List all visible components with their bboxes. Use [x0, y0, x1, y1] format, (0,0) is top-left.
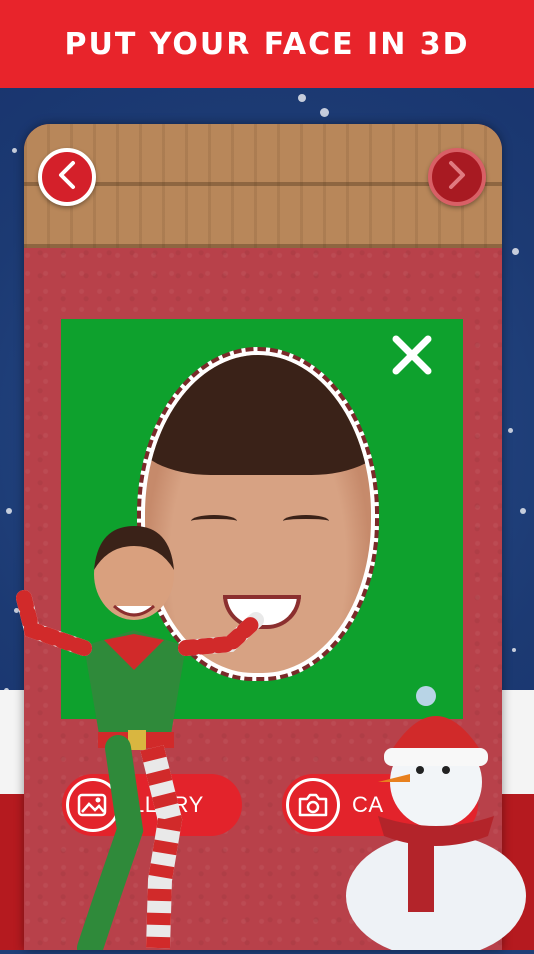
- prev-button[interactable]: [38, 148, 96, 206]
- chevron-right-icon: [445, 160, 469, 194]
- snowman-character: [338, 686, 534, 954]
- next-button[interactable]: [428, 148, 486, 206]
- camera-icon: [286, 778, 340, 832]
- chevron-left-icon: [55, 160, 79, 194]
- elf-character: [10, 520, 280, 954]
- header-banner: PUT YOUR FACE IN 3D: [0, 0, 534, 88]
- banner-title: PUT YOUR FACE IN 3D: [64, 26, 470, 62]
- close-button[interactable]: [388, 333, 436, 381]
- close-icon: [390, 333, 434, 381]
